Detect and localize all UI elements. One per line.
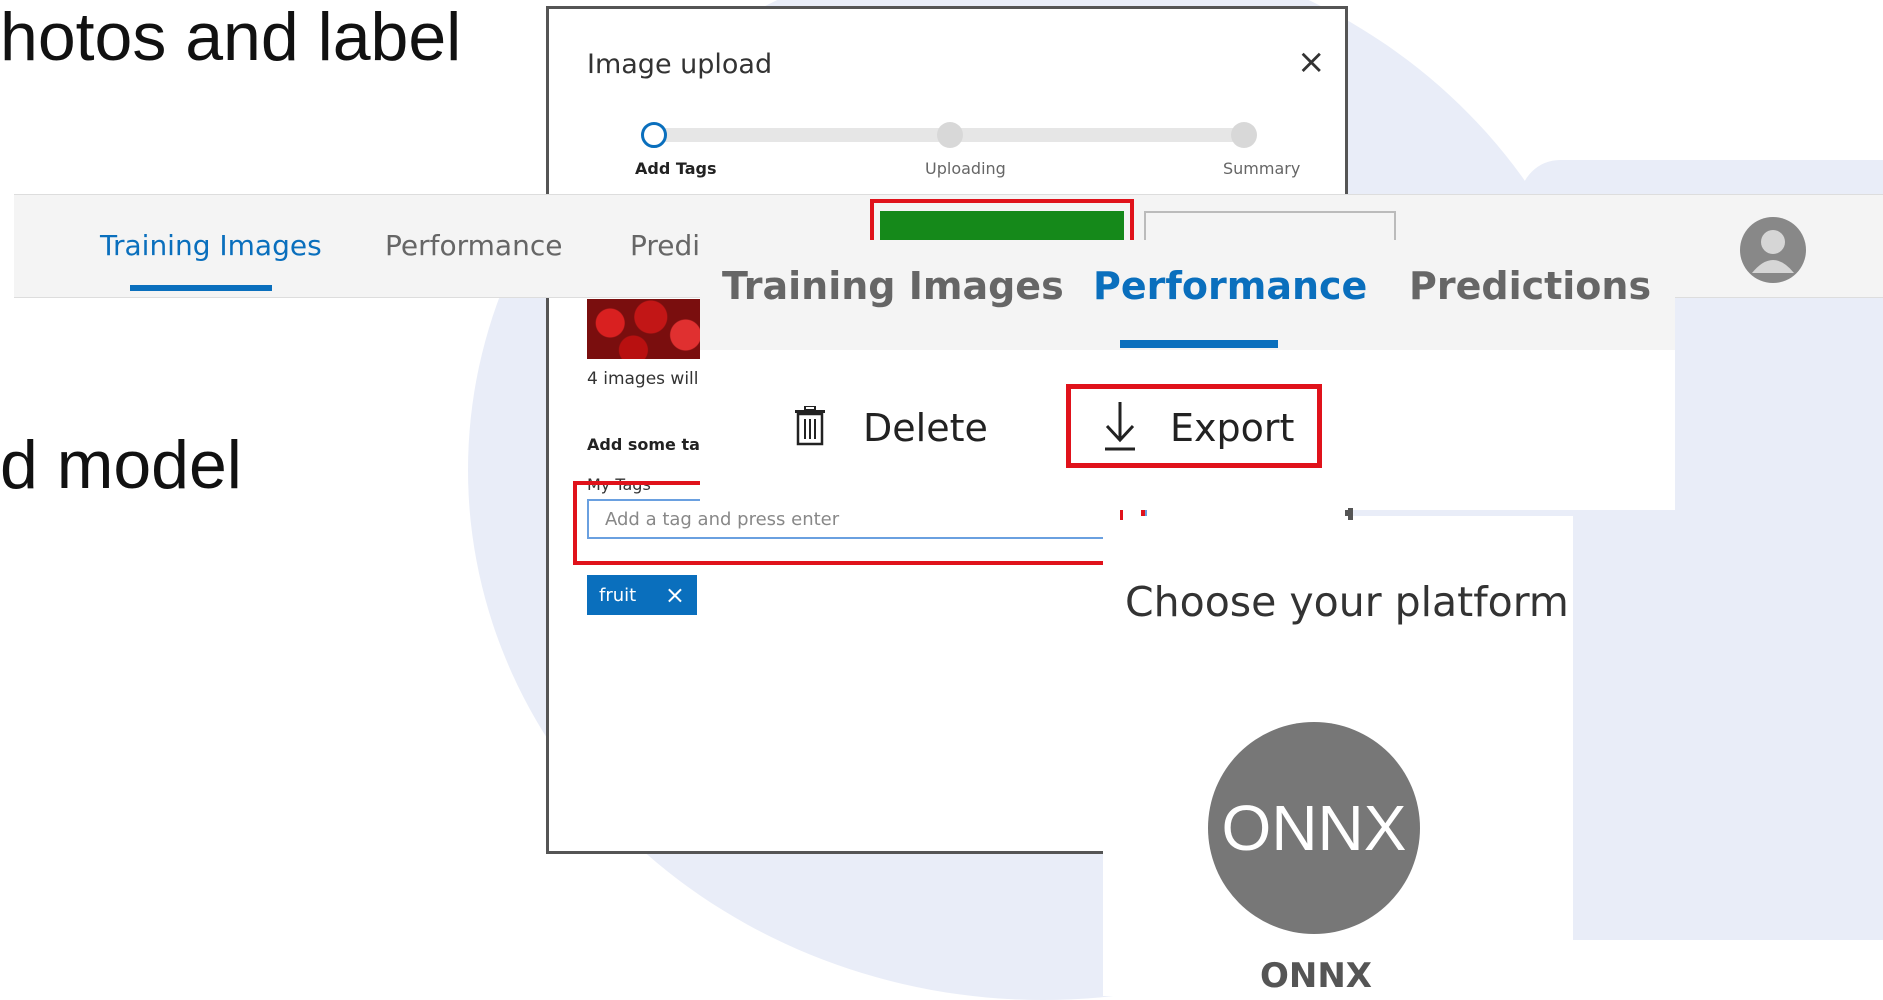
step-dot-summary	[1231, 122, 1257, 148]
avatar[interactable]	[1740, 217, 1806, 283]
onnx-logo-icon[interactable]: ONNX	[1208, 722, 1420, 934]
active-tab-underline	[130, 285, 272, 291]
tab-training-images[interactable]: Training Images	[100, 229, 322, 262]
close-icon[interactable]: ×	[665, 583, 685, 607]
user-avatar-icon	[1752, 230, 1794, 273]
tab-predictions-large[interactable]: Predictions	[1409, 264, 1651, 308]
performance-toolbar: Delete Export	[700, 350, 1675, 510]
step-label-uploading: Uploading	[925, 159, 1006, 178]
background-gear-tooth	[1570, 735, 1700, 795]
onnx-option-label[interactable]: ONNX	[1103, 956, 1529, 996]
slide-text-line-1: hotos and label	[0, 0, 462, 75]
onnx-logo-text: ONNX	[1221, 792, 1407, 864]
dialog-title: Image upload	[587, 49, 773, 80]
tab-predictions[interactable]: Predi	[630, 229, 700, 262]
platform-chooser-panel: Choose your platform ONNX ONNX	[1103, 516, 1573, 996]
images-count-note: 4 images will b	[587, 369, 715, 389]
step-dot-uploading	[937, 122, 963, 148]
step-dot-add-tags	[641, 122, 667, 148]
tab-training-images-large[interactable]: Training Images	[722, 264, 1064, 308]
performance-tab-bar: Training Images Performance Predictions	[700, 240, 1675, 352]
trash-icon[interactable]	[794, 405, 826, 450]
stray-red-mark	[1120, 510, 1123, 520]
stray-border-mark	[1348, 508, 1353, 520]
strawberry-thumbnail	[587, 299, 703, 359]
tab-performance-large[interactable]: Performance	[1093, 264, 1367, 308]
add-tags-prompt: Add some tag	[587, 435, 712, 454]
active-tab-underline-large	[1120, 340, 1278, 348]
platform-heading: Choose your platform	[1125, 578, 1569, 626]
delete-button[interactable]: Delete	[863, 406, 988, 450]
tab-performance[interactable]: Performance	[385, 229, 562, 262]
step-label-add-tags: Add Tags	[635, 159, 717, 178]
close-icon[interactable]: ×	[1297, 45, 1326, 79]
step-label-summary: Summary	[1223, 159, 1301, 178]
tag-chip-label: fruit	[599, 584, 637, 606]
slide-text-line-2: d model	[0, 427, 242, 503]
export-highlight-box	[1066, 384, 1322, 468]
tag-chip-fruit[interactable]: fruit ×	[587, 575, 697, 615]
